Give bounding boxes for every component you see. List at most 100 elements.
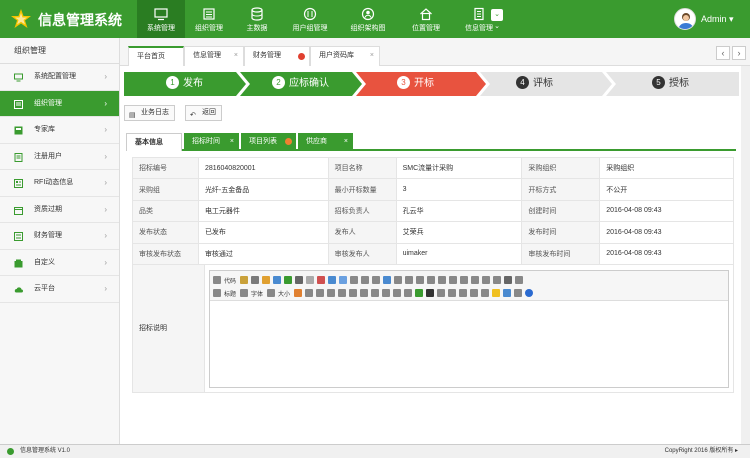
tool-icon[interactable] (251, 276, 260, 284)
tool-icon[interactable] (339, 276, 348, 284)
tab-supplier[interactable]: 供应商 × (298, 133, 353, 151)
tool-icon[interactable] (273, 276, 282, 284)
tool-icon[interactable] (284, 276, 293, 284)
print-icon[interactable] (514, 289, 523, 297)
tool-icon[interactable] (349, 289, 358, 297)
tool-icon[interactable] (515, 276, 524, 284)
link-icon[interactable] (503, 289, 512, 297)
tab-project-list[interactable]: 项目列表 (241, 133, 296, 151)
size-icon[interactable] (267, 289, 276, 297)
font-icon[interactable] (240, 289, 249, 297)
user-menu[interactable]: Admin ▾ (701, 14, 734, 25)
tool-icon[interactable] (481, 289, 490, 297)
sidebar-item-rfi[interactable]: RFI动态信息 › (0, 170, 119, 197)
org-chart-icon (361, 7, 375, 21)
tool-icon[interactable] (404, 289, 413, 297)
scrollbar[interactable] (741, 66, 750, 444)
page-tab-finance[interactable]: 财务管理 (244, 46, 310, 66)
list-icon (203, 8, 215, 20)
page-tab-userlib[interactable]: 用户资码库 × (310, 46, 380, 66)
tool-icon[interactable] (427, 276, 436, 284)
tab-bid-time[interactable]: 招标时间 × (184, 133, 239, 151)
tool-icon[interactable] (405, 276, 414, 284)
field-label: 创建时间 (521, 199, 601, 223)
avatar[interactable] (674, 8, 696, 30)
tool-icon[interactable] (372, 276, 381, 284)
page-tab-info[interactable]: 信息管理 × (184, 46, 244, 66)
editor-code-button[interactable]: 代码 (224, 276, 236, 285)
topnav-system[interactable]: 系统管理 (137, 0, 185, 38)
heading-icon[interactable] (213, 289, 221, 297)
back-button[interactable]: ↶ 返回 (185, 105, 222, 121)
topnav-masterdata[interactable]: 主数据 (233, 0, 281, 38)
tool-icon[interactable] (438, 276, 447, 284)
sidebar-item-qualification[interactable]: 资质过期 › (0, 197, 119, 223)
tool-icon[interactable] (393, 289, 402, 297)
tool-icon[interactable] (361, 276, 370, 284)
close-icon[interactable]: × (234, 47, 238, 65)
source-icon[interactable] (213, 276, 221, 284)
tool-icon[interactable] (350, 276, 359, 284)
close-icon[interactable] (298, 53, 305, 60)
tab-scroll-right-button[interactable]: › (732, 46, 746, 60)
tool-icon[interactable] (470, 289, 479, 297)
topnav-orgchart[interactable]: 组织架构图 (339, 0, 397, 38)
tool-icon[interactable] (305, 289, 314, 297)
close-icon[interactable] (285, 138, 292, 145)
tool-icon[interactable] (504, 276, 513, 284)
tool-icon[interactable] (294, 289, 303, 297)
tab-basic-info[interactable]: 基本信息 (126, 133, 182, 151)
more-nav-button[interactable]: ⌄ (491, 9, 503, 21)
tool-icon[interactable] (262, 276, 271, 284)
sidebar-item-experts[interactable]: 专家库 › (0, 117, 119, 144)
tool-icon[interactable] (426, 289, 435, 297)
info-icon[interactable] (525, 289, 534, 297)
tool-icon[interactable] (449, 276, 458, 284)
field-value: 2816040820001 (197, 156, 329, 180)
sidebar-item-org[interactable]: 组织管理 › (0, 90, 119, 117)
topnav-org[interactable]: 组织管理 (185, 0, 233, 38)
tool-icon[interactable] (317, 276, 326, 284)
tool-icon[interactable] (295, 276, 304, 284)
tool-icon[interactable] (459, 289, 468, 297)
tool-icon[interactable] (437, 289, 446, 297)
topnav-usergroup[interactable]: 用户组管理 (281, 0, 339, 38)
tool-icon[interactable] (360, 289, 369, 297)
tool-icon[interactable] (371, 289, 380, 297)
field-label: 招标编号 (132, 156, 199, 180)
tool-icon[interactable] (316, 289, 325, 297)
page-tab-home[interactable]: 平台首页 (128, 46, 184, 66)
tool-icon[interactable] (394, 276, 403, 284)
tool-icon[interactable] (383, 276, 392, 284)
editor-title-button[interactable]: 标题 (224, 289, 236, 298)
tool-icon[interactable] (471, 276, 480, 284)
sidebar-item-custom[interactable]: 自定义 › (0, 250, 119, 276)
tool-icon[interactable] (415, 289, 424, 297)
editor-font-button[interactable]: 字体 (251, 289, 263, 298)
tool-icon[interactable] (460, 276, 469, 284)
tool-icon[interactable] (382, 289, 391, 297)
tool-icon[interactable] (338, 289, 347, 297)
tool-icon[interactable] (306, 276, 315, 284)
emoticon-icon[interactable] (492, 289, 501, 297)
chevron-down-icon[interactable]: ⌄ (491, 23, 503, 31)
sidebar-item-registered-users[interactable]: 注册用户 › (0, 144, 119, 170)
tool-icon[interactable] (416, 276, 425, 284)
tool-icon[interactable] (448, 289, 457, 297)
sidebar-item-cloud[interactable]: 云平台 › (0, 276, 119, 303)
tool-icon[interactable] (240, 276, 249, 284)
tool-icon[interactable] (482, 276, 491, 284)
editor-size-button[interactable]: 大小 (278, 289, 290, 298)
topnav-location[interactable]: 位置管理 (397, 0, 455, 38)
tool-icon[interactable] (493, 276, 502, 284)
close-icon[interactable]: × (344, 133, 348, 151)
sidebar-item-system-config[interactable]: 系统配置管理 › (0, 64, 119, 91)
close-icon[interactable]: × (370, 47, 374, 65)
business-log-button[interactable]: ▤ 业务日志 (124, 105, 175, 121)
rich-text-editor[interactable]: 代码 标题 字体 大小 (209, 270, 729, 388)
tool-icon[interactable] (328, 276, 337, 284)
tool-icon[interactable] (327, 289, 336, 297)
close-icon[interactable]: × (230, 133, 234, 151)
sidebar-item-finance[interactable]: 财务管理 › (0, 223, 119, 250)
tab-scroll-left-button[interactable]: ‹ (716, 46, 730, 60)
